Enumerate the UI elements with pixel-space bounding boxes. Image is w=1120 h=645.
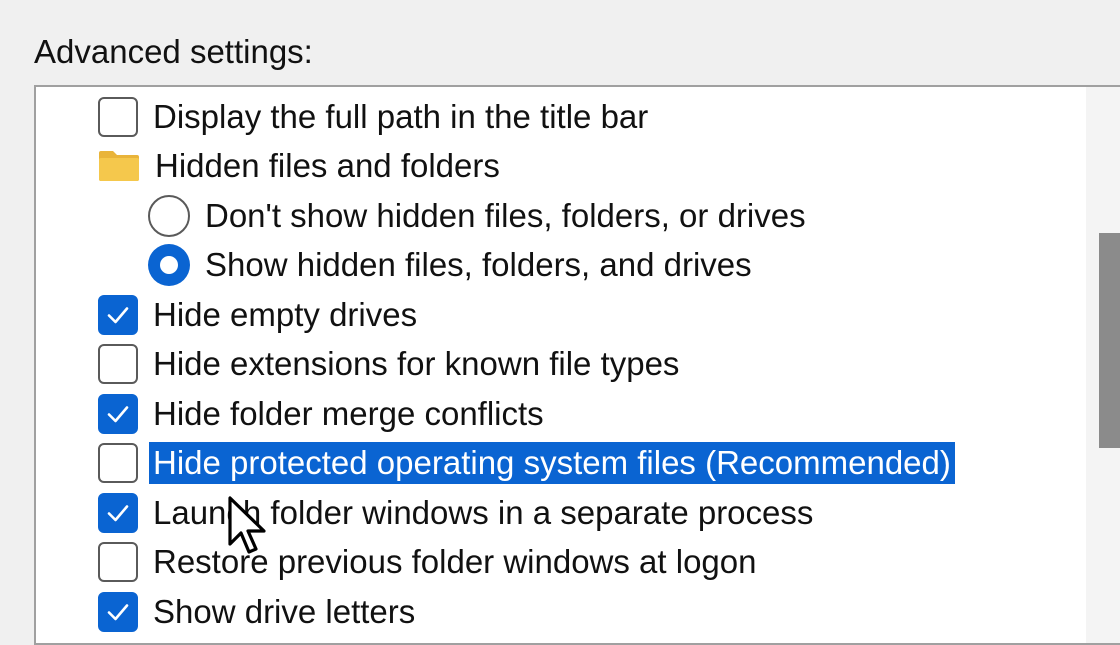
setting-row-show-hidden-files-folders[interactable]: Show hidden files, folders, and drives <box>36 241 1086 291</box>
setting-row-launch-folder-windows-in[interactable]: Launch folder windows in a separate proc… <box>36 488 1086 538</box>
checkbox[interactable] <box>98 294 138 335</box>
radio-button[interactable] <box>148 244 190 287</box>
folder-icon <box>99 151 139 182</box>
radio-dot <box>160 256 178 275</box>
setting-label: Hide protected operating system files (R… <box>150 443 954 484</box>
setting-row-hidden-files-and-folders[interactable]: Hidden files and folders <box>36 142 1086 192</box>
scrollbar-thumb[interactable] <box>1099 233 1120 448</box>
checkbox[interactable] <box>98 542 138 583</box>
checkbox[interactable] <box>98 96 138 137</box>
checkmark-icon <box>107 504 129 522</box>
setting-row-show-drive-letters[interactable]: Show drive letters <box>36 587 1086 637</box>
radio-button[interactable] <box>148 194 190 237</box>
setting-row-hide-empty-drives[interactable]: Hide empty drives <box>36 290 1086 340</box>
vertical-scrollbar[interactable] <box>1086 87 1120 643</box>
setting-row-don-t-show-hidden[interactable]: Don't show hidden files, folders, or dri… <box>36 191 1086 241</box>
setting-label: Restore previous folder windows at logon <box>153 543 757 581</box>
checkbox[interactable] <box>98 344 138 385</box>
setting-row-restore-previous-folder-windows[interactable]: Restore previous folder windows at logon <box>36 538 1086 588</box>
checkbox[interactable] <box>98 393 138 434</box>
setting-row-hide-protected-operating-system[interactable]: Hide protected operating system files (R… <box>36 439 1086 489</box>
setting-label: Hide empty drives <box>153 295 418 333</box>
setting-row-hide-folder-merge-conflicts[interactable]: Hide folder merge conflicts <box>36 389 1086 439</box>
setting-label: Hide folder merge conflicts <box>153 394 544 432</box>
setting-label: Hidden files and folders <box>155 147 500 185</box>
setting-row-display-the-full-path[interactable]: Display the full path in the title bar <box>36 92 1086 142</box>
settings-list: Display the full path in the title bar Hi… <box>36 92 1086 637</box>
setting-row-hide-extensions-for-known[interactable]: Hide extensions for known file types <box>36 340 1086 390</box>
checkmark-icon <box>107 405 129 423</box>
advanced-settings-tree[interactable]: Display the full path in the title bar Hi… <box>34 85 1120 645</box>
checkbox[interactable] <box>98 591 138 632</box>
checkbox[interactable] <box>98 492 138 533</box>
checkmark-icon <box>107 306 129 324</box>
setting-label: Don't show hidden files, folders, or dri… <box>205 196 806 234</box>
checkbox[interactable] <box>98 443 138 484</box>
setting-label: Hide extensions for known file types <box>153 345 680 383</box>
setting-label: Display the full path in the title bar <box>153 97 649 135</box>
checkmark-icon <box>107 603 129 621</box>
setting-label: Show hidden files, folders, and drives <box>205 246 752 284</box>
section-label: Advanced settings: <box>34 33 313 70</box>
setting-label: Show drive letters <box>153 592 416 630</box>
setting-label: Launch folder windows in a separate proc… <box>153 493 814 531</box>
